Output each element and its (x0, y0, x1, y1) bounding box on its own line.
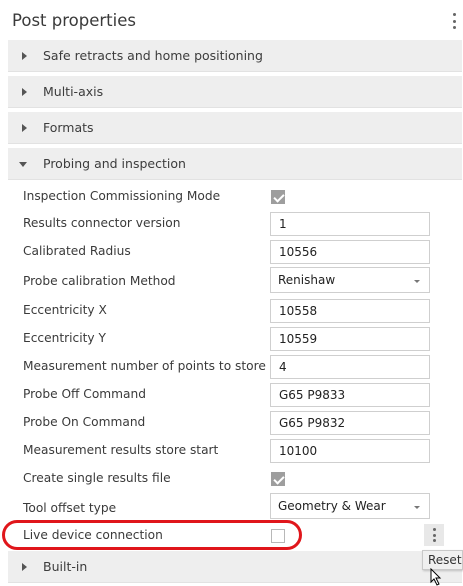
measurement-store-start-input[interactable]: 10100 (270, 439, 430, 463)
property-measurement-store-start: Measurement results store start 10100 (8, 437, 462, 465)
property-probe-calibration-method: Probe calibration Method Renishaw (8, 266, 462, 294)
property-label: Eccentricity Y (23, 331, 106, 345)
results-connector-version-input[interactable]: 1 (270, 212, 430, 236)
panel-menu-icon[interactable] (449, 10, 459, 32)
expand-arrow-icon (22, 124, 27, 132)
panel-title: Post properties (12, 11, 136, 30)
mouse-cursor-icon (430, 568, 442, 586)
section-label: Multi-axis (43, 84, 104, 99)
tool-offset-type-dropdown[interactable]: Geometry & Wear (270, 493, 430, 519)
expand-arrow-icon (22, 563, 27, 571)
section-label: Formats (43, 120, 94, 135)
section-label: Built-in (43, 559, 88, 574)
section-built-in[interactable]: Built-in (8, 551, 462, 583)
expand-arrow-icon (22, 52, 27, 60)
property-label: Create single results file (23, 471, 171, 485)
section-formats[interactable]: Formats (8, 112, 462, 144)
section-label: Probing and inspection (43, 156, 186, 171)
property-probe-on-command: Probe On Command G65 P9832 (8, 409, 462, 437)
highlight-annotation (2, 520, 302, 550)
property-measurement-points: Measurement number of points to store 4 (8, 353, 462, 381)
property-label: Results connector version (23, 216, 181, 230)
property-calibrated-radius: Calibrated Radius 10556 (8, 238, 462, 266)
property-label: Calibrated Radius (23, 244, 131, 258)
property-label: Inspection Commissioning Mode (23, 189, 221, 203)
property-label: Measurement number of points to store (23, 359, 266, 373)
probe-calibration-method-dropdown[interactable]: Renishaw (270, 267, 430, 293)
property-create-single-results-file: Create single results file (8, 465, 462, 493)
probe-on-command-input[interactable]: G65 P9832 (270, 411, 430, 435)
property-tool-offset-type: Tool offset type Geometry & Wear (8, 492, 462, 520)
eccentricity-x-input[interactable]: 10558 (270, 299, 430, 323)
measurement-points-input[interactable]: 4 (270, 355, 430, 379)
property-eccentricity-y: Eccentricity Y 10559 (8, 325, 462, 353)
property-label: Probe Off Command (23, 387, 146, 401)
section-multi-axis[interactable]: Multi-axis (8, 76, 462, 108)
chevron-down-icon (414, 506, 420, 509)
inspection-commissioning-mode-checkbox[interactable] (271, 190, 285, 204)
collapse-arrow-icon (19, 162, 27, 167)
property-results-connector-version: Results connector version 1 (8, 210, 462, 238)
property-label: Probe calibration Method (23, 274, 176, 288)
dropdown-value: Renishaw (278, 273, 336, 287)
property-menu-icon[interactable] (424, 524, 444, 546)
chevron-down-icon (414, 280, 420, 283)
dropdown-value: Geometry & Wear (278, 499, 386, 513)
expand-arrow-icon (22, 88, 27, 96)
property-label: Measurement results store start (23, 443, 219, 457)
property-label: Eccentricity X (23, 303, 107, 317)
property-label: Probe On Command (23, 415, 146, 429)
section-label: Safe retracts and home positioning (43, 48, 263, 63)
property-probe-off-command: Probe Off Command G65 P9833 (8, 381, 462, 409)
create-single-results-file-checkbox[interactable] (271, 472, 285, 486)
property-label: Tool offset type (23, 501, 117, 515)
eccentricity-y-input[interactable]: 10559 (270, 327, 430, 351)
section-safe-retracts[interactable]: Safe retracts and home positioning (8, 40, 462, 72)
property-eccentricity-x: Eccentricity X 10558 (8, 297, 462, 325)
reset-tooltip: Reset (422, 550, 463, 570)
panel-header: Post properties (0, 0, 463, 40)
section-probing-inspection[interactable]: Probing and inspection (8, 148, 462, 180)
property-inspection-commissioning-mode: Inspection Commissioning Mode (8, 183, 462, 211)
probe-off-command-input[interactable]: G65 P9833 (270, 383, 430, 407)
calibrated-radius-input[interactable]: 10556 (270, 240, 430, 264)
